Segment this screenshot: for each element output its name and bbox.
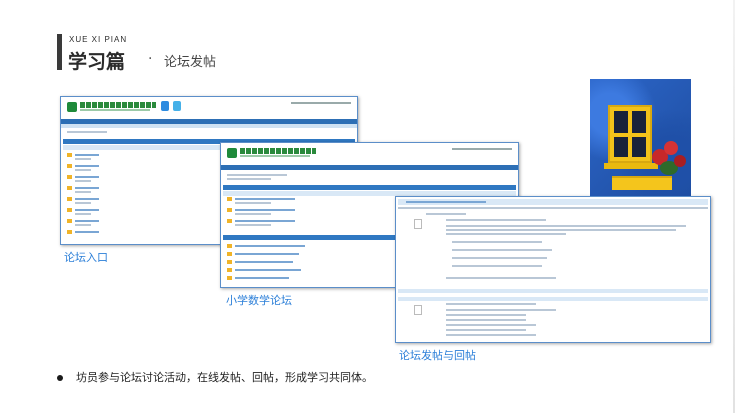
breadcrumb-bar <box>61 124 357 128</box>
partner-logo-icon <box>161 101 169 111</box>
title-accent-bar <box>57 34 62 70</box>
title-pinyin: XUE XI PIAN <box>69 35 128 44</box>
bullet-text: 坊员参与论坛讨论活动，在线发帖、回帖，形成学习共同体。 <box>76 371 373 384</box>
caption-forum-entry: 论坛入口 <box>64 251 108 264</box>
board-header <box>223 185 516 190</box>
section-title: 论坛发帖 <box>164 55 217 70</box>
slide: XUE XI PIAN 学习篇 · 论坛发帖 论坛入口 小学数学论坛 论坛发帖与… <box>0 0 735 413</box>
caption-post-reply: 论坛发帖与回帖 <box>399 349 476 362</box>
partner-logo-icon <box>173 101 181 111</box>
caption-math-forum: 小学数学论坛 <box>226 294 292 307</box>
bullet-icon <box>57 375 63 381</box>
site-logo <box>67 102 157 112</box>
title-separator: · <box>148 51 153 67</box>
site-logo <box>227 148 317 158</box>
avatar <box>414 305 422 315</box>
blue-window-photo <box>590 79 691 196</box>
avatar <box>414 219 422 229</box>
site-header <box>221 143 518 165</box>
site-header <box>61 97 357 119</box>
page-title: 学习篇 <box>68 51 126 73</box>
post-reply-screenshot <box>395 196 711 343</box>
user-links <box>291 102 351 104</box>
